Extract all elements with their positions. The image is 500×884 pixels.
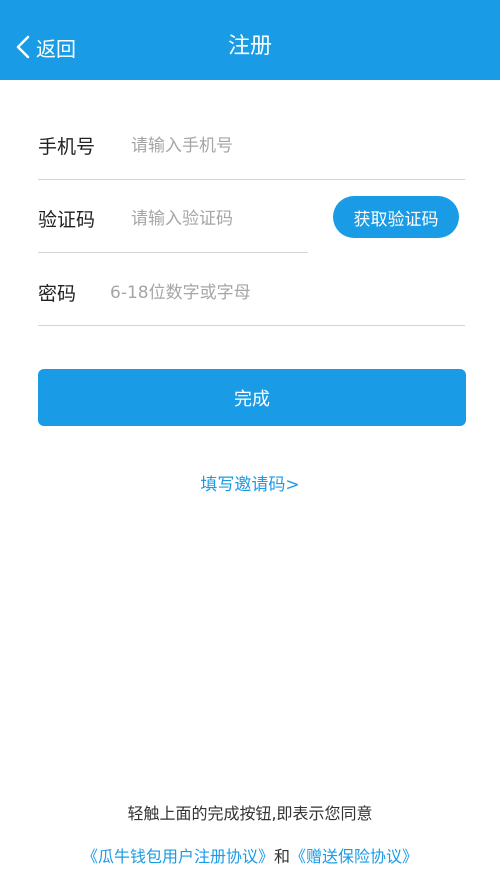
submit-button[interactable]: 完成 — [38, 369, 466, 426]
phone-label: 手机号 — [38, 136, 96, 158]
app-header: 返回 注册 — [0, 0, 500, 80]
password-divider — [38, 325, 465, 326]
code-input[interactable] — [131, 206, 301, 232]
get-code-button[interactable]: 获取验证码 — [333, 196, 459, 238]
phone-divider — [38, 179, 465, 180]
code-label: 验证码 — [38, 209, 96, 231]
code-divider — [38, 252, 308, 253]
agreement-links: 《瓜牛钱包用户注册协议》和《赠送保险协议》 — [0, 843, 500, 867]
agreement-conjunction: 和 — [273, 847, 290, 866]
insurance-agreement-link[interactable]: 《赠送保险协议》 — [290, 847, 418, 866]
password-label: 密码 — [38, 283, 77, 305]
invite-code-link[interactable]: 填写邀请码> — [0, 470, 500, 495]
page-title: 注册 — [227, 34, 272, 59]
password-input[interactable] — [110, 280, 450, 306]
agreement-note: 轻触上面的完成按钮,即表示您同意 — [127, 804, 373, 823]
phone-input[interactable] — [131, 133, 451, 159]
user-agreement-link[interactable]: 《瓜牛钱包用户注册协议》 — [82, 847, 274, 866]
